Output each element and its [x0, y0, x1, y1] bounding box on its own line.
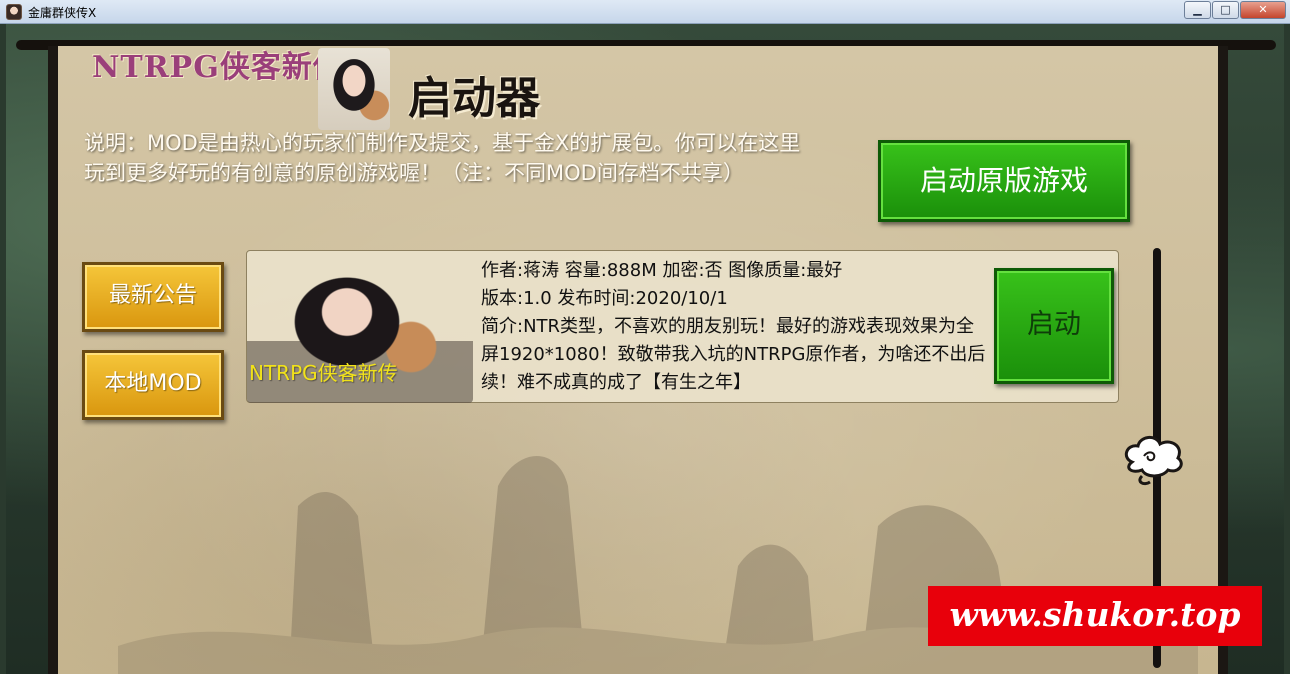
- page-title: 启动器: [408, 73, 540, 124]
- heroine-portrait: [318, 48, 390, 130]
- latest-announcement-button[interactable]: 最新公告: [82, 262, 224, 332]
- mod-name: NTRPG侠客新传: [249, 361, 398, 385]
- mod-card[interactable]: NTRPG侠客新传 作者:蒋涛 容量:888M 加密:否 图像质量:最好 版本:…: [246, 250, 1119, 403]
- launch-original-game-button[interactable]: 启动原版游戏: [878, 140, 1130, 222]
- mod-version: 版本:1.0 发布时间:2020/10/1: [481, 288, 728, 309]
- watermark-text: www.shukor.top: [949, 595, 1241, 634]
- game-logo: NTRPG侠客新传: [92, 50, 344, 85]
- minimize-button[interactable]: ▁: [1184, 1, 1211, 19]
- mod-meta: 作者:蒋涛 容量:888M 加密:否 图像质量:最好: [481, 260, 843, 281]
- mod-intro: 简介:NTR类型，不喜欢的朋友别玩！最好的游戏表现效果为全屏1920*1080！…: [481, 316, 986, 393]
- description-line-2: 玩到更多好玩的有创意的原创游戏喔！（注：不同MOD间存档不共享）: [84, 161, 744, 185]
- description-text: 说明：MOD是由热心的玩家们制作及提交，基于金X的扩展包。你可以在这里 玩到更多…: [84, 128, 864, 188]
- mod-info: 作者:蒋涛 容量:888M 加密:否 图像质量:最好 版本:1.0 发布时间:2…: [481, 257, 991, 397]
- app-icon: [6, 4, 22, 20]
- close-button[interactable]: ✕: [1240, 1, 1286, 19]
- local-mod-button[interactable]: 本地MOD: [82, 350, 224, 420]
- watermark-banner: www.shukor.top: [928, 586, 1262, 646]
- window-controls: ▁ □ ✕: [1183, 1, 1286, 19]
- window-titlebar[interactable]: 金庸群侠传X ▁ □ ✕: [0, 0, 1290, 24]
- description-line-1: 说明：MOD是由热心的玩家们制作及提交，基于金X的扩展包。你可以在这里: [84, 131, 801, 155]
- launch-mod-button[interactable]: 启动: [994, 268, 1114, 384]
- window-title: 金庸群侠传X: [28, 6, 97, 20]
- cloud-scroll-handle-icon[interactable]: [1122, 432, 1188, 488]
- maximize-button[interactable]: □: [1212, 1, 1239, 19]
